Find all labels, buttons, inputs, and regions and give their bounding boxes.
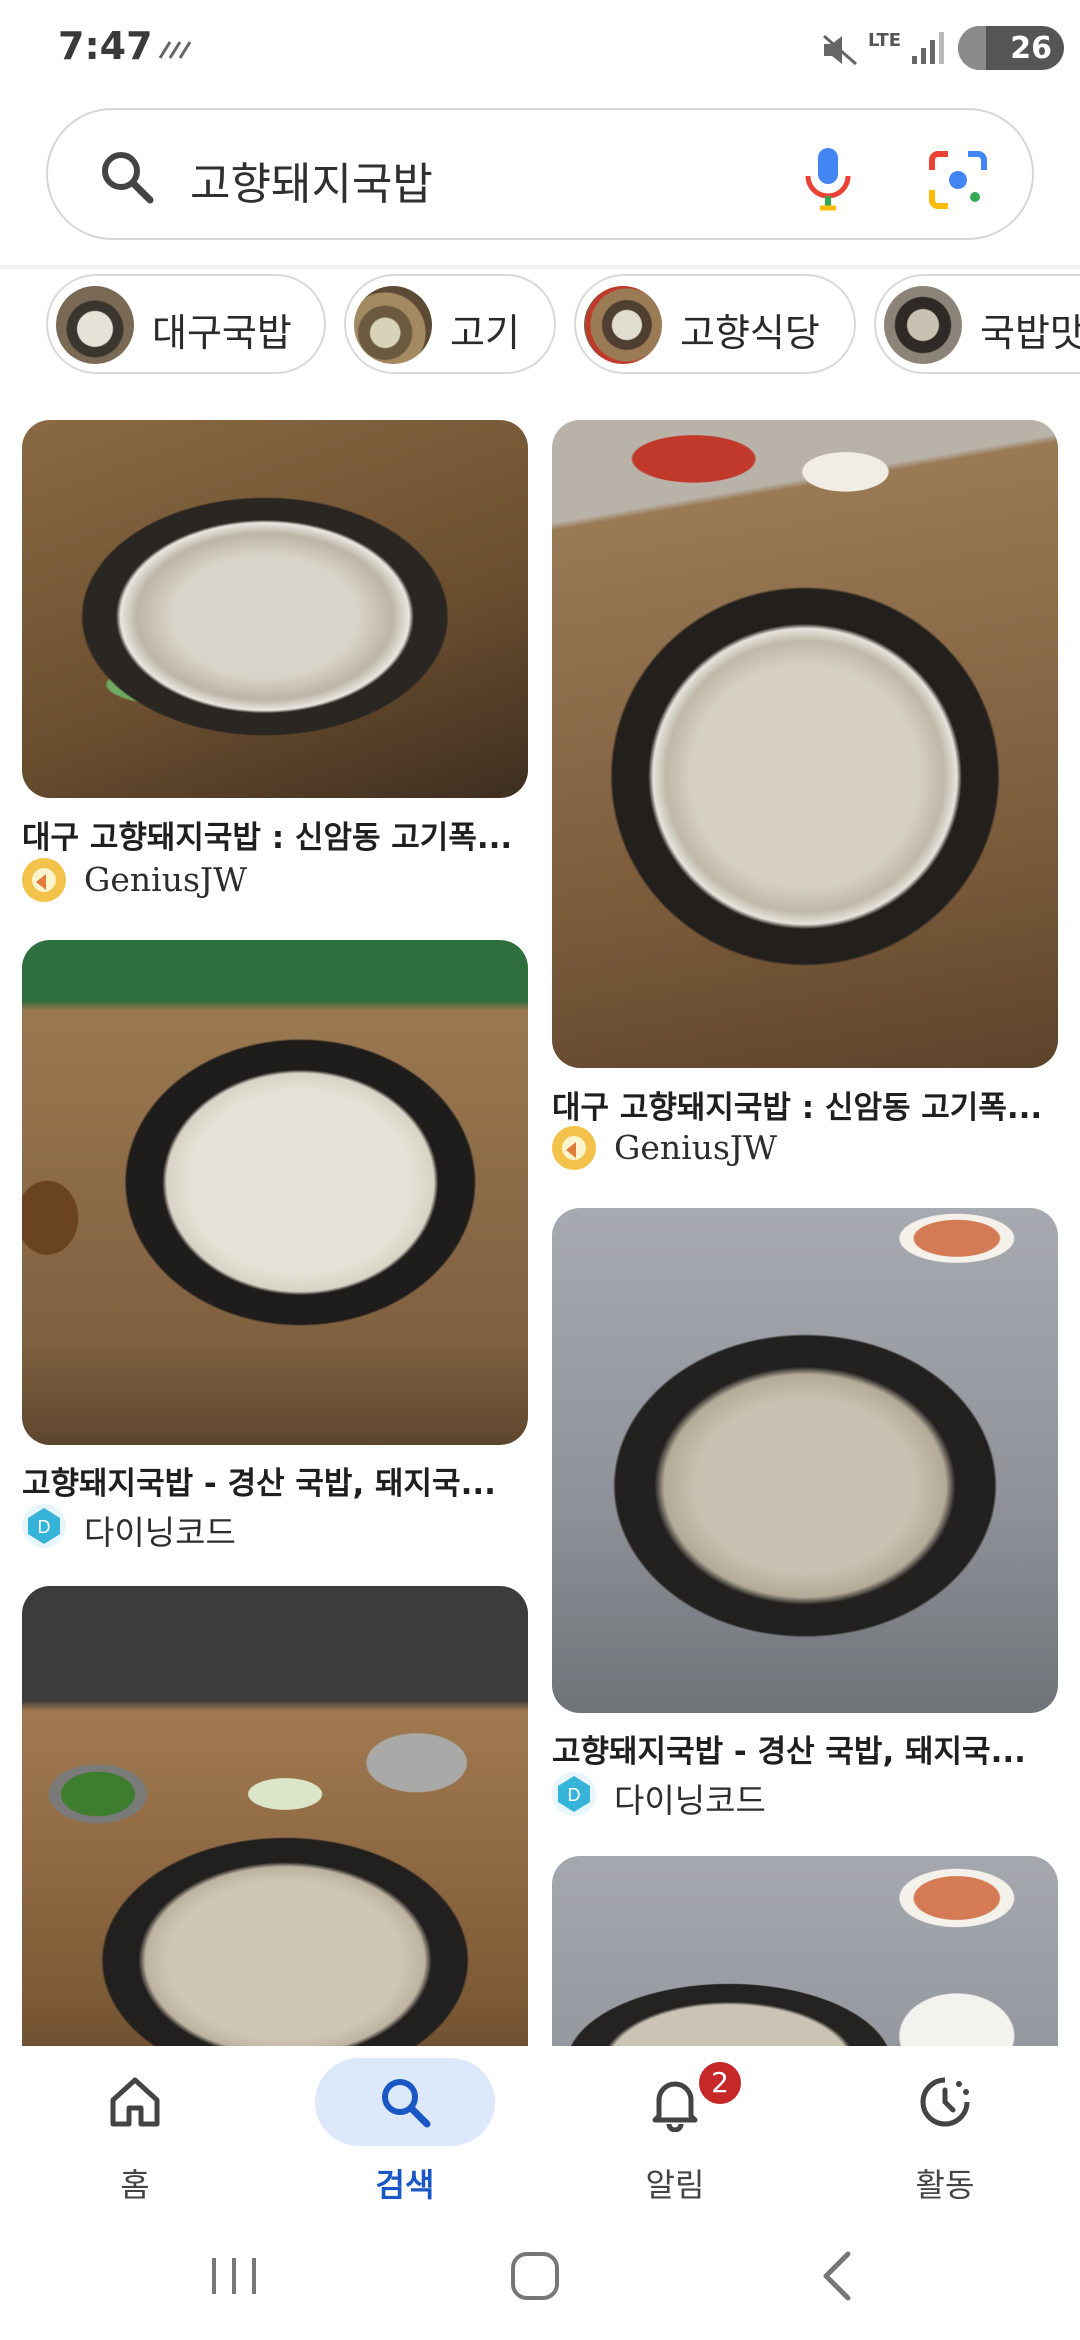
result-card[interactable] — [22, 1586, 528, 2046]
result-title: 고향돼지국밥 - 경산 국밥, 돼지국... — [552, 1734, 1026, 1770]
nav-notifications-label: 알림 — [645, 2166, 705, 2204]
system-navigation — [0, 2226, 1080, 2340]
source-name: GeniusJW — [614, 1128, 778, 1167]
nav-activity-label: 활동 — [915, 2166, 975, 2204]
signal-icon — [912, 32, 944, 64]
chip-thumbnail — [584, 286, 662, 364]
call-forward-icon — [158, 41, 192, 59]
nav-home[interactable]: 홈 — [0, 2046, 270, 2226]
svg-text:D: D — [38, 1517, 51, 1537]
result-title: 대구 고향돼지국밥 : 신암동 고기폭... — [552, 1090, 1043, 1126]
result-title: 대구 고향돼지국밥 : 신암동 고기폭... — [22, 820, 513, 856]
source-favicon-icon — [22, 858, 66, 902]
result-image — [552, 1208, 1058, 1713]
chip-고기[interactable]: 고기 — [344, 274, 556, 374]
result-card[interactable]: 대구 고향돼지국밥 : 신암동 고기폭... GeniusJW — [22, 420, 528, 902]
result-source: D 다이닝코드 — [552, 1772, 1058, 1820]
source-name: GeniusJW — [84, 860, 248, 899]
nav-notifications[interactable]: 2 알림 — [540, 2046, 810, 2226]
nav-activity[interactable]: 활동 — [810, 2046, 1080, 2226]
chip-thumbnail — [354, 286, 432, 364]
divider — [0, 265, 1080, 269]
battery-level: 26 — [1010, 31, 1052, 66]
screen: 7:47 LTE 26 고향돼지국밥 대구국밥 고기 고향식당 국밥맛 대구 고… — [0, 0, 1080, 2340]
suggestion-chips: 대구국밥 고기 고향식당 국밥맛 — [0, 272, 1080, 382]
search-input[interactable]: 고향돼지국밥 — [46, 108, 1034, 240]
battery-fill — [958, 26, 986, 70]
result-title: 고향돼지국밥 - 경산 국밥, 돼지국... — [22, 1466, 496, 1502]
activity-history-icon — [920, 2077, 970, 2127]
chip-label: 국밥맛 — [980, 311, 1080, 355]
back-icon[interactable] — [798, 2246, 878, 2306]
result-source: GeniusJW — [552, 1126, 1058, 1170]
nav-search-label: 검색 — [375, 2166, 435, 2204]
result-image — [552, 1856, 1058, 2046]
result-source: GeniusJW — [22, 858, 528, 902]
result-source: D 다이닝코드 — [22, 1504, 528, 1552]
nav-home-label: 홈 — [120, 2166, 150, 2204]
chip-label: 고향식당 — [680, 311, 820, 355]
result-image — [22, 420, 528, 798]
battery-icon: 26 — [958, 26, 1064, 70]
result-card[interactable]: 고향돼지국밥 - 경산 국밥, 돼지국... D 다이닝코드 — [22, 940, 528, 1552]
nav-search[interactable]: 검색 — [270, 2046, 540, 2226]
source-name: 다이닝코드 — [614, 1781, 766, 1820]
result-image — [22, 940, 528, 1445]
status-time: 7:47 — [58, 24, 153, 68]
notification-badge: 2 — [695, 2058, 745, 2108]
result-card[interactable]: 대구 고향돼지국밥 : 신암동 고기폭... GeniusJW — [552, 420, 1058, 1170]
chip-대구국밥[interactable]: 대구국밥 — [46, 274, 326, 374]
lens-search-icon[interactable] — [928, 150, 988, 210]
search-icon — [102, 152, 154, 204]
search-query: 고향돼지국밥 — [190, 159, 433, 210]
search-icon — [382, 2079, 431, 2128]
result-card[interactable]: 고향돼지국밥 - 경산 국밥, 돼지국... D 다이닝코드 — [552, 1208, 1058, 1820]
result-card[interactable] — [552, 1856, 1058, 2046]
result-image — [552, 420, 1058, 1068]
chip-thumbnail — [884, 286, 962, 364]
bottom-navigation: 홈 검색 2 알림 활동 — [0, 2046, 1080, 2226]
mute-icon — [823, 34, 857, 66]
source-name: 다이닝코드 — [84, 1513, 236, 1552]
source-favicon-icon: D — [552, 1772, 596, 1816]
source-favicon-icon — [552, 1126, 596, 1170]
source-favicon-icon: D — [22, 1504, 66, 1548]
home-button-icon[interactable] — [495, 2246, 575, 2306]
chip-국밥맛[interactable]: 국밥맛 — [874, 274, 1080, 374]
home-icon — [110, 2077, 160, 2127]
network-type: LTE — [868, 30, 902, 51]
status-bar: 7:47 LTE 26 — [0, 0, 1080, 100]
chip-label: 고기 — [450, 311, 520, 355]
chip-thumbnail — [56, 286, 134, 364]
chip-label: 대구국밥 — [152, 311, 292, 355]
recent-apps-icon[interactable] — [194, 2246, 274, 2306]
result-image — [22, 1586, 528, 2046]
svg-text:D: D — [568, 1785, 581, 1805]
voice-search-icon[interactable] — [798, 144, 858, 214]
chip-고향식당[interactable]: 고향식당 — [574, 274, 856, 374]
